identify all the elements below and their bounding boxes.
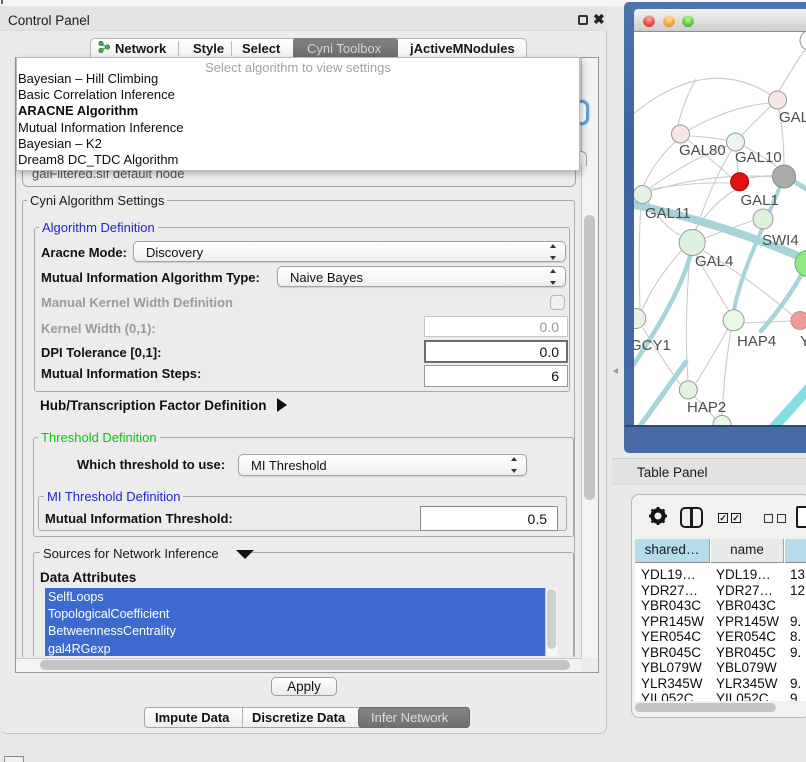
svg-text:GAL10: GAL10 (735, 149, 782, 166)
svg-text:Y: Y (800, 333, 806, 350)
svg-text:GAL11: GAL11 (645, 205, 691, 222)
svg-text:HAP2: HAP2 (687, 399, 726, 416)
svg-text:GCY1: GCY1 (634, 337, 671, 354)
svg-text:HAP4: HAP4 (737, 333, 776, 350)
svg-text:SWI4: SWI4 (762, 232, 799, 249)
svg-text:GAL1: GAL1 (741, 192, 779, 209)
svg-text:GAL7: GAL7 (779, 109, 806, 126)
svg-text:GAL80: GAL80 (679, 142, 726, 159)
svg-text:GAL4: GAL4 (695, 253, 733, 270)
